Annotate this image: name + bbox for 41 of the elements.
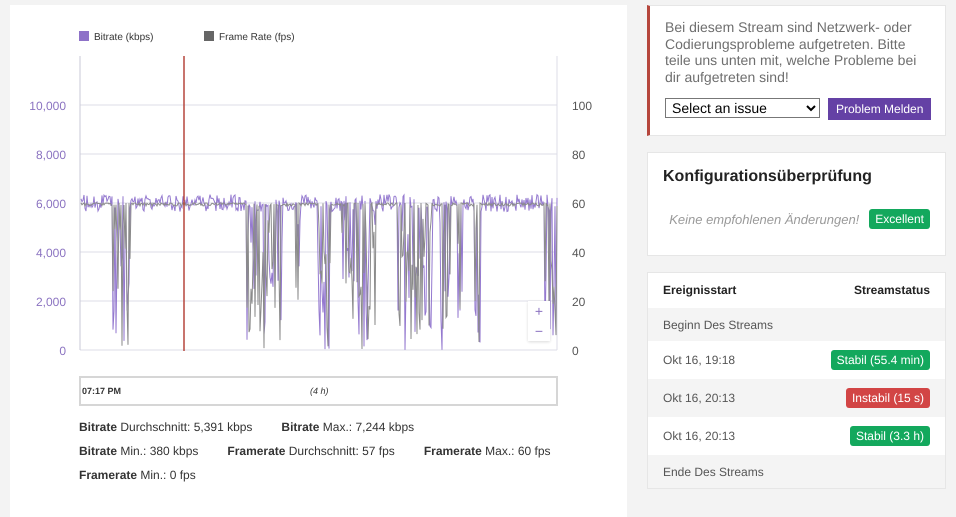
axis-label: 2,000 [36, 295, 66, 309]
axis-label: 6,000 [36, 197, 66, 211]
event-time: Okt 16, 20:13 [663, 391, 736, 405]
status-badge: Stabil (3.3 h) [850, 426, 930, 446]
config-note: Keine empfohlenen Änderungen! [669, 212, 860, 226]
alert-message: Bei diesem Stream sind Netzwerk- oder Codierungsprobleme aufgetreten. Bitte teile uns unten mit, welche Probleme bei dir aufgetreten sind! [665, 19, 918, 85]
zoom-in-button[interactable]: + [528, 301, 550, 321]
event-time: Okt 16, 20:13 [663, 429, 736, 443]
axis-label: 8,000 [36, 148, 66, 162]
config-title: Konfigurationsüberprüfung [663, 168, 873, 186]
axis-label: 60 [572, 197, 586, 211]
stat-text: Bitrate Min.: 380 kbps [79, 444, 198, 460]
axis-label: 20 [572, 295, 586, 309]
legend-label: Bitrate (kbps) [94, 32, 154, 43]
axis-label: 10,000 [29, 99, 66, 113]
zoom-out-button[interactable]: − [528, 321, 550, 341]
column-header: Ereignisstart [663, 283, 736, 297]
report-button[interactable]: Problem Melden [828, 98, 932, 120]
stat-text: Framerate Durchschnitt: 57 fps [227, 444, 395, 460]
time-navigator[interactable]: 07:17 PM (4 h) [79, 376, 558, 406]
column-header: Streamstatus [854, 283, 930, 297]
navigator-start-time: 07:17 PM [82, 386, 122, 396]
axis-label: 80 [572, 148, 586, 162]
stat-text: Bitrate Durchschnitt: 5,391 kbps [79, 420, 252, 436]
stat-text: Framerate Min.: 0 fps [79, 468, 196, 484]
issue-select[interactable]: Select an issue [665, 98, 820, 118]
stat-text: Framerate Max.: 60 fps [424, 444, 551, 460]
event-time: Okt 16, 19:18 [663, 353, 736, 367]
legend-label: Frame Rate (fps) [219, 32, 295, 43]
stat-text: Bitrate Max.: 7,244 kbps [281, 420, 414, 436]
excellent-badge: Excellent [869, 209, 930, 229]
status-badge: Stabil (55.4 min) [830, 350, 930, 370]
axis-label: 0 [572, 344, 579, 358]
axis-label: 40 [572, 246, 586, 260]
axis-label: 100 [572, 99, 592, 113]
axis-label: 0 [59, 344, 66, 358]
event-time: Beginn Des Streams [663, 318, 774, 332]
event-time: Ende Des Streams [663, 464, 764, 478]
axis-label: 4,000 [36, 246, 66, 260]
status-badge: Instabil (15 s) [846, 388, 930, 408]
navigator-range: (4 h) [310, 386, 329, 396]
